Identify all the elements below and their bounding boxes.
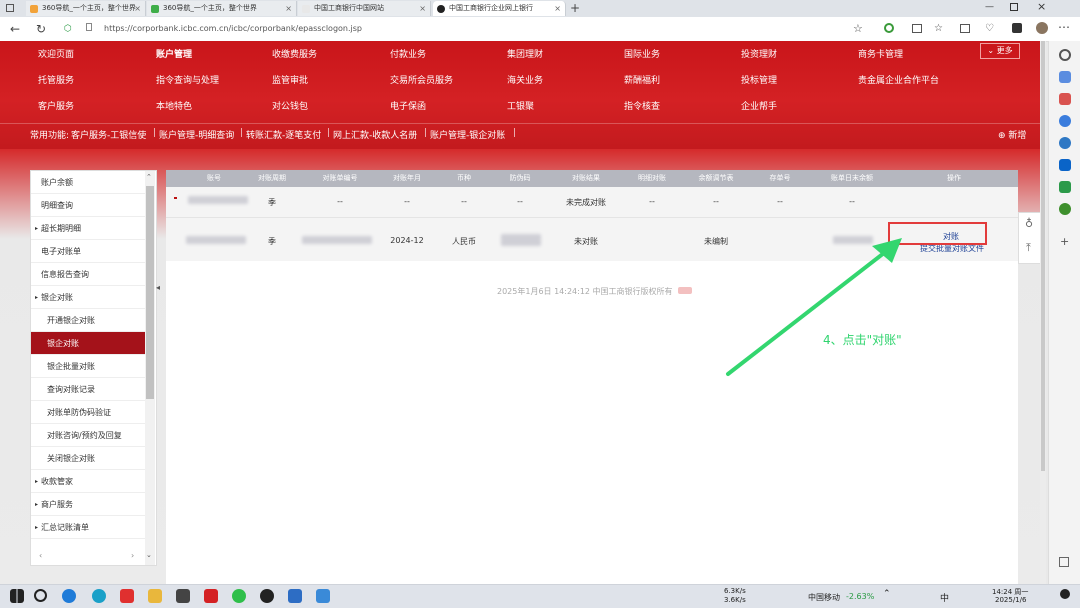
more-options-icon[interactable]: ⋯ (1058, 19, 1070, 35)
window-menu-icon[interactable] (6, 4, 14, 12)
url-text: https://corporbank.icbc.com.cn/icbc/corp… (104, 24, 363, 33)
maximize-icon[interactable] (1010, 3, 1018, 11)
games-icon[interactable] (1059, 137, 1071, 149)
refresh-icon[interactable]: ↻ (36, 21, 46, 37)
browser-tab-2[interactable]: 360导航_一个主页，整个世界 × (147, 1, 297, 16)
tab-favicon-icon (30, 5, 38, 13)
new-tab-icon[interactable]: + (570, 0, 580, 16)
folder-icon[interactable] (148, 589, 162, 603)
split-screen-icon[interactable] (912, 24, 922, 33)
tab-title: 360导航_一个主页，整个世界 (163, 4, 257, 12)
notifications-icon[interactable] (1060, 589, 1070, 599)
browser-tab-1[interactable]: 360导航_一个主页，整个世界 × (26, 1, 146, 16)
start-icon[interactable] (10, 589, 24, 603)
site-shield-icon[interactable]: ⬡ (64, 21, 72, 37)
page-scrollbar-thumb[interactable] (1041, 41, 1045, 471)
browser-tab-4[interactable]: 中国工商银行企业网上银行 × (433, 1, 566, 16)
windows-taskbar: 6.3K/s 3.6K/s 中国移动 -2.63% ⌃ 中 14:24 周一 2… (0, 584, 1080, 608)
avatar[interactable] (1036, 22, 1048, 34)
favorites-icon[interactable]: ☆ (934, 21, 943, 37)
back-icon[interactable]: ← (10, 21, 20, 37)
browser-sidebar: + (1048, 41, 1080, 584)
tab-close-icon[interactable]: × (134, 1, 141, 16)
bank-page: 欢迎页面 账户管理 收缴费服务 付款业务 集团理财 国际业务 投资理财 商务卡管理 托管服务指… (0, 41, 1046, 584)
lightbulb-icon[interactable]: ♁ (1025, 217, 1033, 230)
url-field[interactable]: https://corporbank.icbc.com.cn/icbc/corp… (104, 20, 864, 37)
ie-browser-icon[interactable] (62, 589, 76, 603)
app-icon[interactable] (176, 589, 190, 603)
page-scrollbar[interactable] (1040, 41, 1046, 584)
copilot-icon[interactable] (1059, 115, 1071, 127)
annotation-arrow (726, 238, 902, 376)
edge-browser-icon[interactable] (92, 589, 106, 603)
tab-title: 360导航_一个主页，整个世界 (42, 4, 136, 12)
tab-close-icon[interactable]: × (285, 1, 292, 16)
tag-icon[interactable] (1059, 71, 1071, 83)
browser-essentials-icon[interactable] (1012, 23, 1022, 33)
tray-expand-icon[interactable]: ⌃ (883, 589, 891, 599)
favorite-star-icon[interactable]: ☆ (853, 21, 863, 37)
wechat-icon[interactable] (232, 589, 246, 603)
search-icon[interactable] (1059, 49, 1071, 61)
outlook-icon[interactable] (1059, 159, 1071, 171)
add-sidebar-icon[interactable]: + (1060, 235, 1069, 248)
shield-icon[interactable]: ♡ (985, 21, 994, 37)
sidebar-settings-icon[interactable] (1059, 557, 1069, 567)
floating-tools: ♁ ⤒ (1018, 212, 1042, 264)
stock-name: 中国移动 (808, 593, 840, 602)
ime-indicator[interactable]: 中 (940, 591, 949, 604)
qq-icon[interactable] (260, 589, 274, 603)
tab-title: 中国工商银行企业网上银行 (449, 4, 533, 12)
browser-tab-3[interactable]: 中国工商银行中国网站 × (298, 1, 431, 16)
toolbox-icon[interactable] (1059, 93, 1071, 105)
app-blue-icon[interactable] (288, 589, 302, 603)
wps-icon[interactable] (120, 589, 134, 603)
page-icon (86, 23, 92, 31)
extension-icon[interactable] (884, 23, 894, 33)
tab-title: 中国工商银行中国网站 (314, 4, 384, 12)
clock-date: 2025/1/6 (995, 596, 1027, 604)
red-app-icon[interactable] (204, 589, 218, 603)
back-to-top-icon[interactable]: ⤒ (1026, 241, 1031, 255)
tab-close-icon[interactable]: × (554, 1, 561, 16)
tab-favicon-icon (151, 5, 159, 13)
stock-change: -2.63% (846, 592, 875, 601)
shopping-icon[interactable] (1059, 181, 1071, 193)
browser-address-bar: ← ↻ ⬡ https://corporbank.icbc.com.cn/icb… (0, 17, 1080, 42)
app-lightblue-icon[interactable] (316, 589, 330, 603)
browser-tab-bar: 360导航_一个主页，整个世界 × 360导航_一个主页，整个世界 × 中国工商… (0, 0, 1080, 17)
tree-icon[interactable] (1059, 203, 1071, 215)
close-window-icon[interactable]: × (1037, 0, 1046, 13)
tab-favicon-icon (302, 5, 310, 13)
net-up-speed: 6.3K/s (724, 587, 746, 595)
minimize-icon[interactable]: — (985, 2, 994, 12)
net-down-speed: 3.6K/s (724, 596, 746, 604)
collections-icon[interactable] (960, 24, 970, 33)
search-icon[interactable] (34, 589, 47, 602)
tab-close-icon[interactable]: × (419, 1, 426, 16)
tab-favicon-icon (437, 5, 445, 13)
